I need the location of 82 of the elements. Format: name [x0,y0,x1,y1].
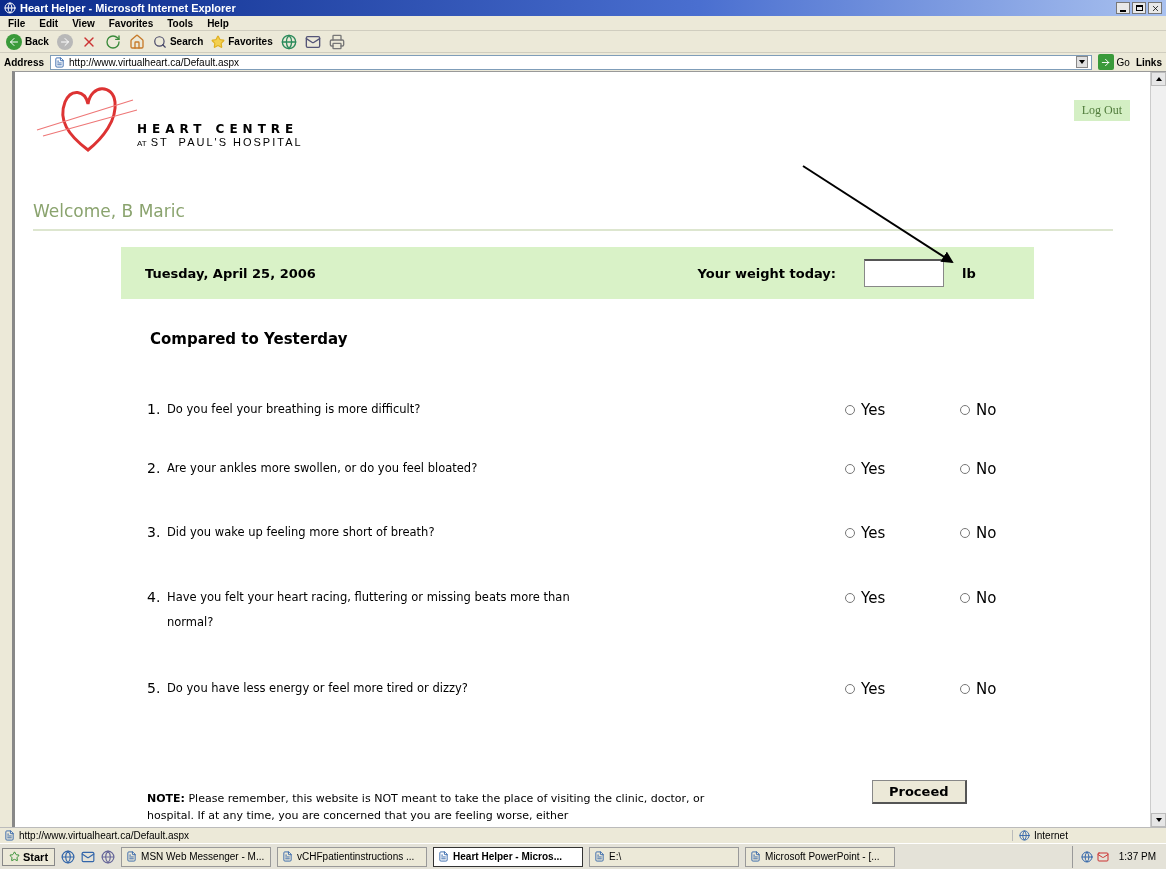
zone-text: Internet [1034,830,1068,841]
weight-input[interactable] [864,259,944,287]
address-field[interactable]: http://www.virtualheart.ca/Default.aspx [50,54,1092,70]
question-number: 3. [147,524,162,540]
radio-option[interactable]: Yes [845,589,960,607]
radio-option[interactable]: Yes [845,680,960,698]
proceed-button[interactable]: Proceed [872,780,967,804]
print-icon[interactable] [328,33,345,50]
logo-title: HEART CENTRE [137,122,300,136]
dropdown-button[interactable] [1075,56,1088,68]
menu-item[interactable]: Tools [167,17,194,29]
network-icon [1080,850,1093,863]
menu-item[interactable]: Favorites [108,17,154,29]
go-button[interactable]: Go [1097,54,1130,70]
address-label: Address [4,56,44,68]
question-text: Did you wake up feeling more short of breath? [167,524,436,541]
unit-text: lb [962,265,977,281]
question-text: Do you feel your breathing is more difficult? [167,401,422,418]
favorites-button[interactable]: Favorites [211,34,273,49]
radio-option[interactable]: No [960,589,1060,607]
search-icon [152,34,167,49]
window-icon [282,851,294,862]
start-button[interactable]: Start [2,847,56,866]
radio-option[interactable]: No [960,401,1060,419]
close-button[interactable] [1148,2,1162,14]
question-number: 5. [147,680,162,696]
taskbar-button[interactable]: Microsoft PowerPoint - [... [745,846,896,867]
links-button[interactable]: Links [1135,56,1162,68]
welcome-text: Welcome, B Maric [33,201,1113,231]
taskbar-button[interactable]: Heart Helper - Micros... [433,846,584,867]
menu-item[interactable]: Help [207,17,229,29]
question-number: 2. [147,460,162,476]
note-text: NOTE: Please remember, this website is NOT meant to take the place of visiting the clinic, doctor, or hospital. If at any time, you are concerned that you are feeling worse, either [147,791,706,824]
question-text: Do you have less energy or feel more tired or dizzy? [167,680,469,697]
close-icon [1150,3,1160,13]
clock-text: 1:37 PM [1118,851,1156,862]
radio-option[interactable]: Yes [845,524,960,542]
search-button[interactable]: Search [152,34,204,49]
mail-icon [1096,850,1109,863]
star-icon [211,34,226,49]
section-heading: Compared to Yesterday [150,330,349,348]
minimize-button[interactable] [1116,2,1130,14]
weight-label: Your weight today: [697,265,836,281]
question-text: Are your ankles more swollen, or do you feel bloated? [167,460,479,477]
radio-option[interactable]: Yes [845,460,960,478]
window-icon [594,851,606,862]
browser-icon [4,2,16,14]
globe-icon [1019,830,1030,841]
quick-launch-icon[interactable] [101,849,116,864]
logo-subtitle: ST PAUL'S HOSPITAL [150,136,303,148]
radio-option[interactable]: No [960,524,1060,542]
menu-item[interactable]: View [72,17,95,29]
question-text: Have you felt your heart racing, fluttering or missing beats more than normal? [167,589,571,631]
logo-prefix: AT [137,139,147,148]
quick-launch-icon[interactable] [81,849,96,864]
taskbar-button[interactable]: MSN Web Messenger - M... [121,846,272,867]
menu-item[interactable]: Edit [39,17,59,29]
mail-icon[interactable] [304,33,321,50]
menu-item[interactable]: File [8,17,26,29]
window-icon [750,851,762,862]
radio-option[interactable]: No [960,460,1060,478]
refresh-icon[interactable] [104,33,121,50]
logout-button[interactable]: Log Out [1073,100,1130,121]
window-title: Heart Helper - Microsoft Internet Explorer [20,2,236,14]
taskbar-button[interactable]: vCHFpatientinstructions ... [277,846,428,867]
question-number: 4. [147,589,162,605]
status-url: http://www.virtualheart.ca/Default.aspx [19,830,190,841]
maximize-button[interactable] [1132,2,1146,14]
page-icon [4,830,15,841]
page-icon [54,56,65,68]
scrollbar[interactable] [1150,72,1166,827]
question-number: 1. [147,401,162,417]
radio-option[interactable]: No [960,680,1060,698]
quick-launch-icon[interactable] [61,849,76,864]
back-button[interactable]: Back [6,33,49,50]
home-icon[interactable] [128,33,145,50]
media-icon[interactable] [280,33,297,50]
window-icon [126,851,138,862]
taskbar-button[interactable]: E:\ [589,846,740,867]
window-icon [438,851,450,862]
date-text: Tuesday, April 25, 2006 [145,265,316,281]
radio-option[interactable]: Yes [845,401,960,419]
